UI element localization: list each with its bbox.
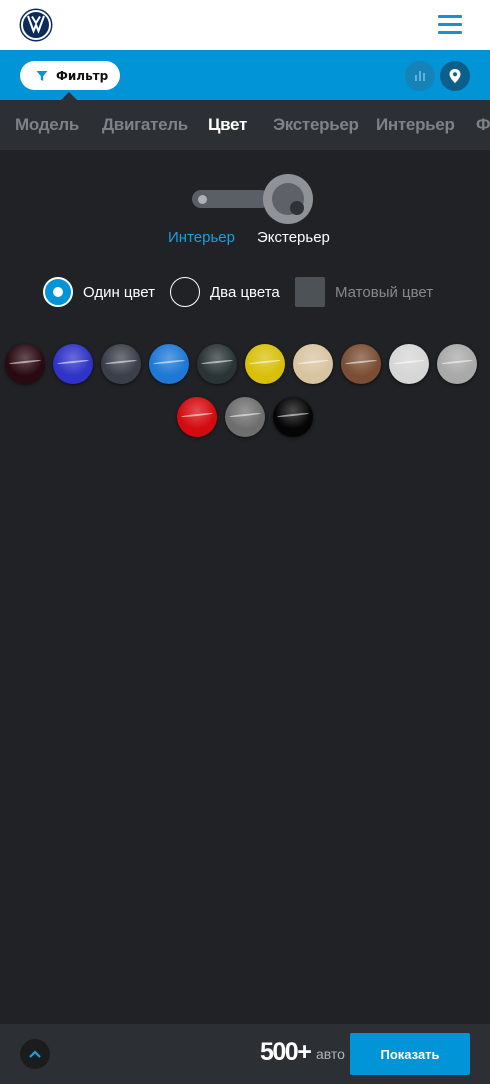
results-unit: авто [316,1046,345,1062]
top-header [0,0,490,50]
toggle-off-dot [198,195,207,204]
color-swatch-dark-graphite[interactable] [101,344,141,384]
filter-button-label: Фильтр [56,68,109,83]
color-swatch-beige[interactable] [293,344,333,384]
tab-more[interactable]: Ф [476,115,490,135]
color-swatch-royal-blue[interactable] [53,344,93,384]
tab-color[interactable]: Цвет [208,115,247,135]
bar-chart-icon [415,71,425,81]
tab-interior[interactable]: Интерьер [376,115,455,135]
single-color-label: Один цвет [83,283,156,301]
map-button[interactable] [440,61,470,91]
option-two-colors[interactable]: Два цвета [170,277,280,307]
chevron-up-icon [29,1050,41,1058]
matte-color-label: Матовый цвет [335,283,434,301]
map-pin-icon [449,69,461,83]
matte-color-checkbox[interactable] [295,277,325,307]
filter-button[interactable]: Фильтр [20,61,120,90]
hamburger-menu-icon[interactable] [438,14,462,36]
two-colors-radio[interactable] [170,277,200,307]
tab-engine[interactable]: Двигатель [102,115,188,135]
funnel-icon [36,70,48,81]
option-single-color[interactable]: Один цвет [43,277,155,307]
volkswagen-logo[interactable] [19,8,53,42]
filter-tabs: Модель Двигатель Цвет Экстерьер Интерьер… [0,100,490,150]
results-count: 500+ [260,1038,312,1066]
toggle-label-exterior[interactable]: Экстерьер [257,229,330,246]
tab-model[interactable]: Модель [15,115,79,135]
toggle-knob[interactable] [263,174,313,224]
color-swatch-black[interactable] [273,397,313,437]
two-colors-label: Два цвета [210,283,280,301]
bottom-bar: 500+ авто Показать [0,1024,490,1084]
chart-button[interactable] [405,61,435,91]
color-swatch-black-cherry[interactable] [5,344,45,384]
option-matte-color[interactable]: Матовый цвет [295,277,433,307]
color-swatch-yellow[interactable] [245,344,285,384]
color-swatch-red[interactable] [177,397,217,437]
filter-panel-pointer [61,92,77,100]
single-color-radio[interactable] [43,277,73,307]
color-swatch-dark-green-grey[interactable] [197,344,237,384]
color-swatch-brown[interactable] [341,344,381,384]
color-swatch-grey[interactable] [225,397,265,437]
color-swatch-sky-blue[interactable] [149,344,189,384]
color-swatch-white-silver[interactable] [389,344,429,384]
interior-exterior-toggle[interactable] [192,190,270,208]
color-swatch-silver[interactable] [437,344,477,384]
toggle-label-interior[interactable]: Интерьер [168,229,235,246]
show-results-button[interactable]: Показать [350,1033,470,1075]
scroll-up-button[interactable] [20,1039,50,1069]
tab-exterior[interactable]: Экстерьер [273,115,359,135]
